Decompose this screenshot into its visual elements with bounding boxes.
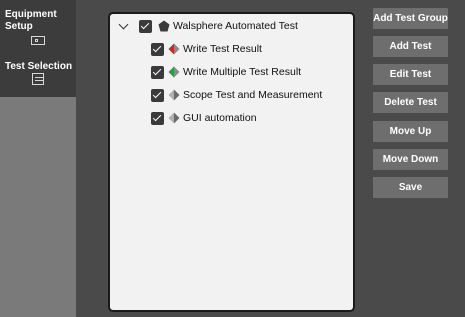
move-up-button[interactable]: Move Up — [373, 121, 448, 142]
item-checkbox[interactable] — [151, 112, 164, 125]
diamond-red-icon — [168, 43, 180, 55]
nav-equipment-setup[interactable]: Equipment Setup — [0, 0, 76, 50]
save-button[interactable]: Save — [373, 177, 448, 198]
tree-item-label: Write Multiple Test Result — [183, 66, 302, 78]
nav-test-selection[interactable]: Test Selection — [0, 55, 76, 90]
edit-test-button[interactable]: Edit Test — [373, 64, 448, 85]
tree-item-row[interactable]: Scope Test and Measurement — [110, 87, 350, 105]
tree-item-label: Write Test Result — [183, 43, 262, 55]
move-down-button[interactable]: Move Down — [373, 149, 448, 170]
add-test-button[interactable]: Add Test — [373, 36, 448, 57]
test-tree-panel[interactable]: Walsphere Automated Test Write Test Resu… — [108, 12, 355, 312]
item-checkbox[interactable] — [151, 89, 164, 102]
tree-item-row[interactable]: GUI automation — [110, 110, 350, 128]
nav-test-selection-label: Test Selection — [5, 61, 73, 72]
tree-root-label: Walsphere Automated Test — [173, 20, 298, 32]
test-list-icon — [32, 73, 44, 85]
app-window: Equipment Setup Test Selection Walsphere… — [0, 0, 465, 317]
tree-item-row[interactable]: Write Multiple Test Result — [110, 64, 350, 82]
diamond-green-icon — [168, 66, 180, 78]
equipment-icon — [31, 36, 45, 45]
tree-root-row[interactable]: Walsphere Automated Test — [110, 18, 350, 36]
delete-test-button[interactable]: Delete Test — [373, 92, 448, 113]
tree-item-label: Scope Test and Measurement — [183, 89, 323, 101]
add-test-group-button[interactable]: Add Test Group — [373, 8, 448, 29]
pentagon-icon — [158, 20, 170, 32]
item-checkbox[interactable] — [151, 66, 164, 79]
diamond-gray-icon — [168, 89, 180, 101]
item-checkbox[interactable] — [151, 43, 164, 56]
tree-item-label: GUI automation — [183, 112, 257, 124]
chevron-down-icon[interactable] — [118, 19, 129, 30]
tree-item-row[interactable]: Write Test Result — [110, 41, 350, 59]
root-checkbox[interactable] — [139, 20, 152, 33]
diamond-gray-icon — [168, 112, 180, 124]
left-navigation: Equipment Setup Test Selection — [0, 0, 76, 317]
nav-equipment-setup-label: Equipment Setup — [5, 9, 57, 32]
nav-lower-area — [0, 97, 76, 317]
